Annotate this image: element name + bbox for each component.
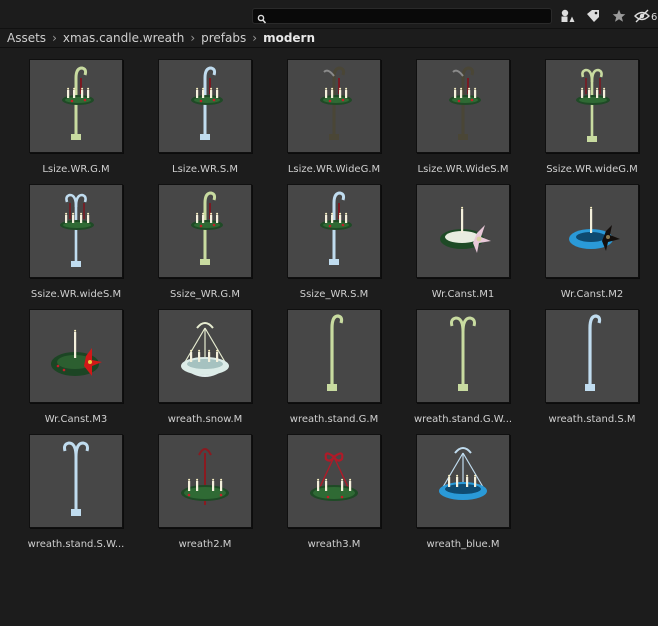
chevron-right-icon: › (190, 31, 196, 45)
asset-label[interactable]: Lsize.WR.G.M (13, 164, 139, 175)
breadcrumb: Assets › xmas.candle.wreath › prefabs › … (0, 28, 658, 48)
asset-item-wreath2-m[interactable]: wreath2.M (142, 434, 268, 552)
asset-label[interactable]: Lsize.WR.WideG.M (271, 164, 397, 175)
asset-label[interactable]: Ssize_WR.G.M (142, 289, 268, 300)
asset-item-lsize-wr-wideg-m[interactable]: Lsize.WR.WideG.M (271, 59, 397, 177)
prefab-thumbnail[interactable] (287, 434, 381, 528)
prefab-thumbnail[interactable] (545, 309, 639, 403)
asset-item-ssize-wr-wides-m[interactable]: Ssize.WR.wideS.M (13, 184, 139, 302)
asset-label[interactable]: wreath.stand.S.W... (13, 539, 139, 550)
prefab-thumbnail[interactable] (287, 309, 381, 403)
prefab-thumbnail[interactable] (287, 184, 381, 278)
hidden-packages-toggle[interactable]: 6 (634, 6, 658, 26)
prefab-thumbnail[interactable] (545, 184, 639, 278)
asset-item-lsize-wr-wides-m[interactable]: Lsize.WR.WideS.M (400, 59, 526, 177)
asset-label[interactable]: wreath3.M (271, 539, 397, 550)
asset-item-wreath-stand-g-w[interactable]: wreath.stand.G.W... (400, 309, 526, 427)
asset-label[interactable]: Wr.Canst.M1 (400, 289, 526, 300)
asset-label[interactable]: Lsize.WR.S.M (142, 164, 268, 175)
search-input[interactable] (269, 9, 547, 23)
asset-item-wreath-stand-s-w[interactable]: wreath.stand.S.W... (13, 434, 139, 552)
asset-label[interactable]: Wr.Canst.M3 (13, 414, 139, 425)
hidden-visibility-icon: 6 (634, 9, 657, 23)
prefab-thumbnail[interactable] (158, 434, 252, 528)
project-toolbar: 6 (0, 0, 658, 28)
asset-item-lsize-wr-s-m[interactable]: Lsize.WR.S.M (142, 59, 268, 177)
asset-label[interactable]: Ssize.WR.wideS.M (13, 289, 139, 300)
breadcrumb-prefabs[interactable]: prefabs (201, 31, 246, 45)
breadcrumb-assets[interactable]: Assets (7, 31, 46, 45)
asset-label[interactable]: wreath.stand.G.W... (400, 414, 526, 425)
asset-item-ssize-wr-g-m[interactable]: Ssize_WR.G.M (142, 184, 268, 302)
asset-grid: Lsize.WR.G.M Lsize.WR.S.M Lsize.WR.WideG… (0, 49, 658, 626)
asset-label[interactable]: wreath2.M (142, 539, 268, 550)
filter-by-label-button[interactable] (582, 6, 604, 26)
asset-item-wr-canst-m1[interactable]: Wr.Canst.M1 (400, 184, 526, 302)
filter-type-icon (561, 9, 575, 22)
asset-label[interactable]: Lsize.WR.WideS.M (400, 164, 526, 175)
search-field[interactable] (252, 8, 552, 24)
prefab-thumbnail[interactable] (29, 59, 123, 153)
asset-item-ssize-wr-s-m[interactable]: Ssize_WR.S.M (271, 184, 397, 302)
asset-item-wreath-snow-m[interactable]: wreath.snow.M (142, 309, 268, 427)
search-icon (257, 10, 267, 24)
breadcrumb-xmas-candle-wreath[interactable]: xmas.candle.wreath (63, 31, 184, 45)
asset-label[interactable]: Wr.Canst.M2 (529, 289, 655, 300)
asset-label[interactable]: wreath.stand.G.M (271, 414, 397, 425)
prefab-thumbnail[interactable] (29, 434, 123, 528)
asset-label[interactable]: Ssize_WR.S.M (271, 289, 397, 300)
asset-item-ssize-wr-wideg-m[interactable]: Ssize.WR.wideG.M (529, 59, 655, 177)
favorites-button[interactable] (608, 6, 630, 26)
svg-text:6: 6 (651, 12, 657, 23)
prefab-thumbnail[interactable] (287, 59, 381, 153)
asset-item-wr-canst-m3[interactable]: Wr.Canst.M3 (13, 309, 139, 427)
asset-label[interactable]: Ssize.WR.wideG.M (529, 164, 655, 175)
prefab-thumbnail[interactable] (416, 184, 510, 278)
asset-item-wreath-blue-m[interactable]: wreath_blue.M (400, 434, 526, 552)
filter-label-icon (587, 10, 599, 22)
asset-item-wreath-stand-g-m[interactable]: wreath.stand.G.M (271, 309, 397, 427)
asset-label[interactable]: wreath.snow.M (142, 414, 268, 425)
breadcrumb-modern[interactable]: modern (263, 31, 315, 45)
prefab-thumbnail[interactable] (416, 434, 510, 528)
prefab-thumbnail[interactable] (416, 59, 510, 153)
asset-label[interactable]: wreath_blue.M (400, 539, 526, 550)
asset-label[interactable]: wreath.stand.S.M (529, 414, 655, 425)
prefab-thumbnail[interactable] (158, 309, 252, 403)
prefab-thumbnail[interactable] (545, 59, 639, 153)
asset-item-wreath-stand-s-m[interactable]: wreath.stand.S.M (529, 309, 655, 427)
filter-by-type-button[interactable] (557, 6, 579, 26)
prefab-thumbnail[interactable] (29, 309, 123, 403)
prefab-thumbnail[interactable] (29, 184, 123, 278)
asset-item-lsize-wr-g-m[interactable]: Lsize.WR.G.M (13, 59, 139, 177)
asset-item-wreath3-m[interactable]: wreath3.M (271, 434, 397, 552)
chevron-right-icon: › (252, 31, 258, 45)
asset-item-wr-canst-m2[interactable]: Wr.Canst.M2 (529, 184, 655, 302)
prefab-thumbnail[interactable] (158, 184, 252, 278)
prefab-thumbnail[interactable] (416, 309, 510, 403)
prefab-thumbnail[interactable] (158, 59, 252, 153)
chevron-right-icon: › (52, 31, 57, 45)
favorites-star-icon (612, 9, 626, 22)
